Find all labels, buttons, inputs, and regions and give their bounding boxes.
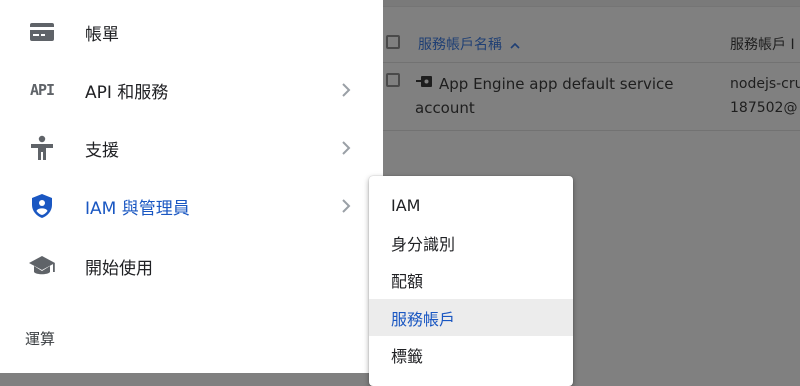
graduation-cap-icon: [28, 252, 56, 280]
nav-item-api-services[interactable]: API API 和服務: [0, 61, 383, 119]
service-account-id: nodejs-cru 187502@: [730, 76, 800, 116]
nav-item-iam-admin[interactable]: IAM 與管理員: [0, 177, 383, 235]
shield-person-icon: [28, 192, 56, 220]
row-checkbox[interactable]: [386, 73, 400, 87]
select-all-checkbox[interactable]: [386, 35, 400, 49]
billing-card-icon: [28, 18, 56, 46]
submenu-item-labels[interactable]: 標籤: [369, 336, 573, 373]
toolbar-edge: [383, 0, 800, 7]
iam-admin-submenu: IAM 身分識別 配額 服務帳戶 標籤: [369, 176, 573, 386]
nav-drawer: 帳單 API API 和服務 支援 IAM 與管理員 開始使用 運算: [0, 0, 383, 373]
section-heading-compute: 運算: [25, 330, 56, 348]
submenu-item-identity[interactable]: 身分識別: [369, 224, 573, 261]
nav-item-getting-started[interactable]: 開始使用: [0, 237, 383, 295]
support-person-icon: [28, 134, 56, 162]
sort-ascending-icon: [510, 37, 521, 53]
service-account-name: App Engine app default service account: [415, 72, 674, 120]
service-account-key-icon: [415, 72, 433, 96]
column-header-name[interactable]: 服務帳戶名稱: [418, 34, 521, 54]
chevron-right-icon: [342, 83, 351, 97]
submenu-item-quotas[interactable]: 配額: [369, 261, 573, 298]
chevron-right-icon: [342, 141, 351, 155]
api-icon: API: [29, 81, 55, 99]
nav-item-support[interactable]: 支援: [0, 119, 383, 177]
nav-item-billing[interactable]: 帳單: [0, 3, 383, 61]
submenu-item-service-accounts[interactable]: 服務帳戶: [369, 299, 573, 336]
chevron-right-icon: [342, 199, 351, 213]
column-header-id[interactable]: 服務帳戶 I: [730, 34, 795, 54]
submenu-item-iam[interactable]: IAM: [369, 187, 573, 224]
